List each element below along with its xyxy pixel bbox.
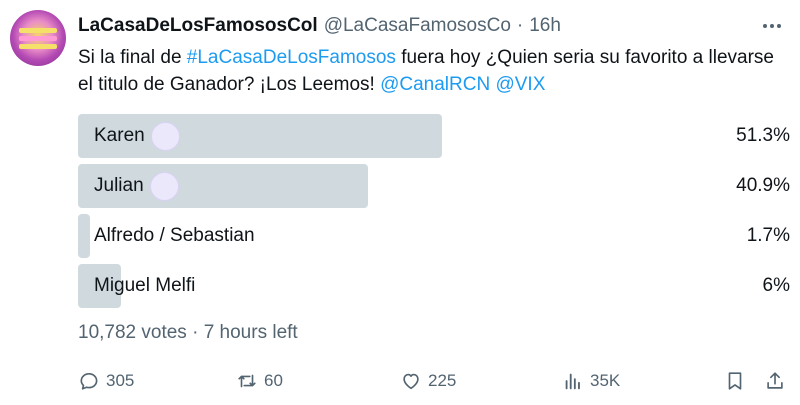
author-handle[interactable]: @LaCasaFamososCo xyxy=(324,15,511,37)
poll-option-percent: 1.7% xyxy=(746,225,790,246)
retweet-icon xyxy=(238,374,256,388)
option-emoji-icon xyxy=(149,171,179,201)
poll-option: Julian 40.9% xyxy=(78,164,790,208)
share-button[interactable] xyxy=(764,366,792,396)
mention-canalrcn[interactable]: @CanalRCN xyxy=(380,74,490,95)
like-icon xyxy=(403,373,419,390)
views-count: 35K xyxy=(590,371,621,390)
like-button[interactable]: 225 xyxy=(400,366,456,396)
views-button[interactable]: 35K xyxy=(562,366,620,396)
views-icon xyxy=(565,373,580,390)
poll-option-percent: 40.9% xyxy=(736,175,790,196)
tweet-text-part-1: Si la final de xyxy=(78,47,187,68)
reply-count: 305 xyxy=(106,371,135,390)
tweet-header: LaCasaDeLosFamososCol @LaCasaFamososCo ·… xyxy=(78,14,784,38)
poll-option: Karen 51.3% xyxy=(78,114,790,158)
retweet-button[interactable]: 60 xyxy=(236,366,283,396)
poll-meta-separator: · xyxy=(192,322,199,343)
share-icon xyxy=(767,372,783,389)
reply-button[interactable]: 305 xyxy=(78,366,134,396)
poll-votes: 10,782 votes xyxy=(78,322,187,343)
tweet-time[interactable]: 16h xyxy=(529,15,561,37)
action-bar: 305 60 225 35K xyxy=(78,366,790,396)
bookmark-icon xyxy=(728,372,742,390)
poll-option-label: Julian xyxy=(94,175,144,196)
option-emoji-icon xyxy=(150,121,180,151)
avatar[interactable] xyxy=(10,10,66,66)
poll-option-label: Alfredo / Sebastian xyxy=(94,225,255,246)
poll-bar xyxy=(78,214,90,258)
poll: Karen 51.3% Julian 40.9% Alfredo / Sebas… xyxy=(78,114,790,314)
mention-vix[interactable]: @VIX xyxy=(495,74,545,95)
poll-option-label: Karen xyxy=(94,125,145,146)
bookmark-button[interactable] xyxy=(724,366,752,396)
hashtag-link[interactable]: #LaCasaDeLosFamosos xyxy=(187,47,396,68)
author-name[interactable]: LaCasaDeLosFamososCol xyxy=(78,15,318,37)
tweet-text: Si la final de #LaCasaDeLosFamosos fuera… xyxy=(78,44,778,98)
retweet-count: 60 xyxy=(264,371,283,390)
poll-meta: 10,782 votes · 7 hours left xyxy=(78,322,298,344)
poll-option-percent: 51.3% xyxy=(736,125,790,146)
reply-icon xyxy=(80,373,98,390)
poll-option-percent: 6% xyxy=(762,275,790,296)
like-count: 225 xyxy=(428,371,457,390)
poll-option-label: Miguel Melfi xyxy=(94,275,196,296)
poll-option: Alfredo / Sebastian 1.7% xyxy=(78,214,790,258)
more-icon[interactable] xyxy=(760,14,784,38)
poll-time-left: 7 hours left xyxy=(203,322,298,343)
poll-option: Miguel Melfi 6% xyxy=(78,264,790,308)
header-separator: · xyxy=(516,15,524,36)
